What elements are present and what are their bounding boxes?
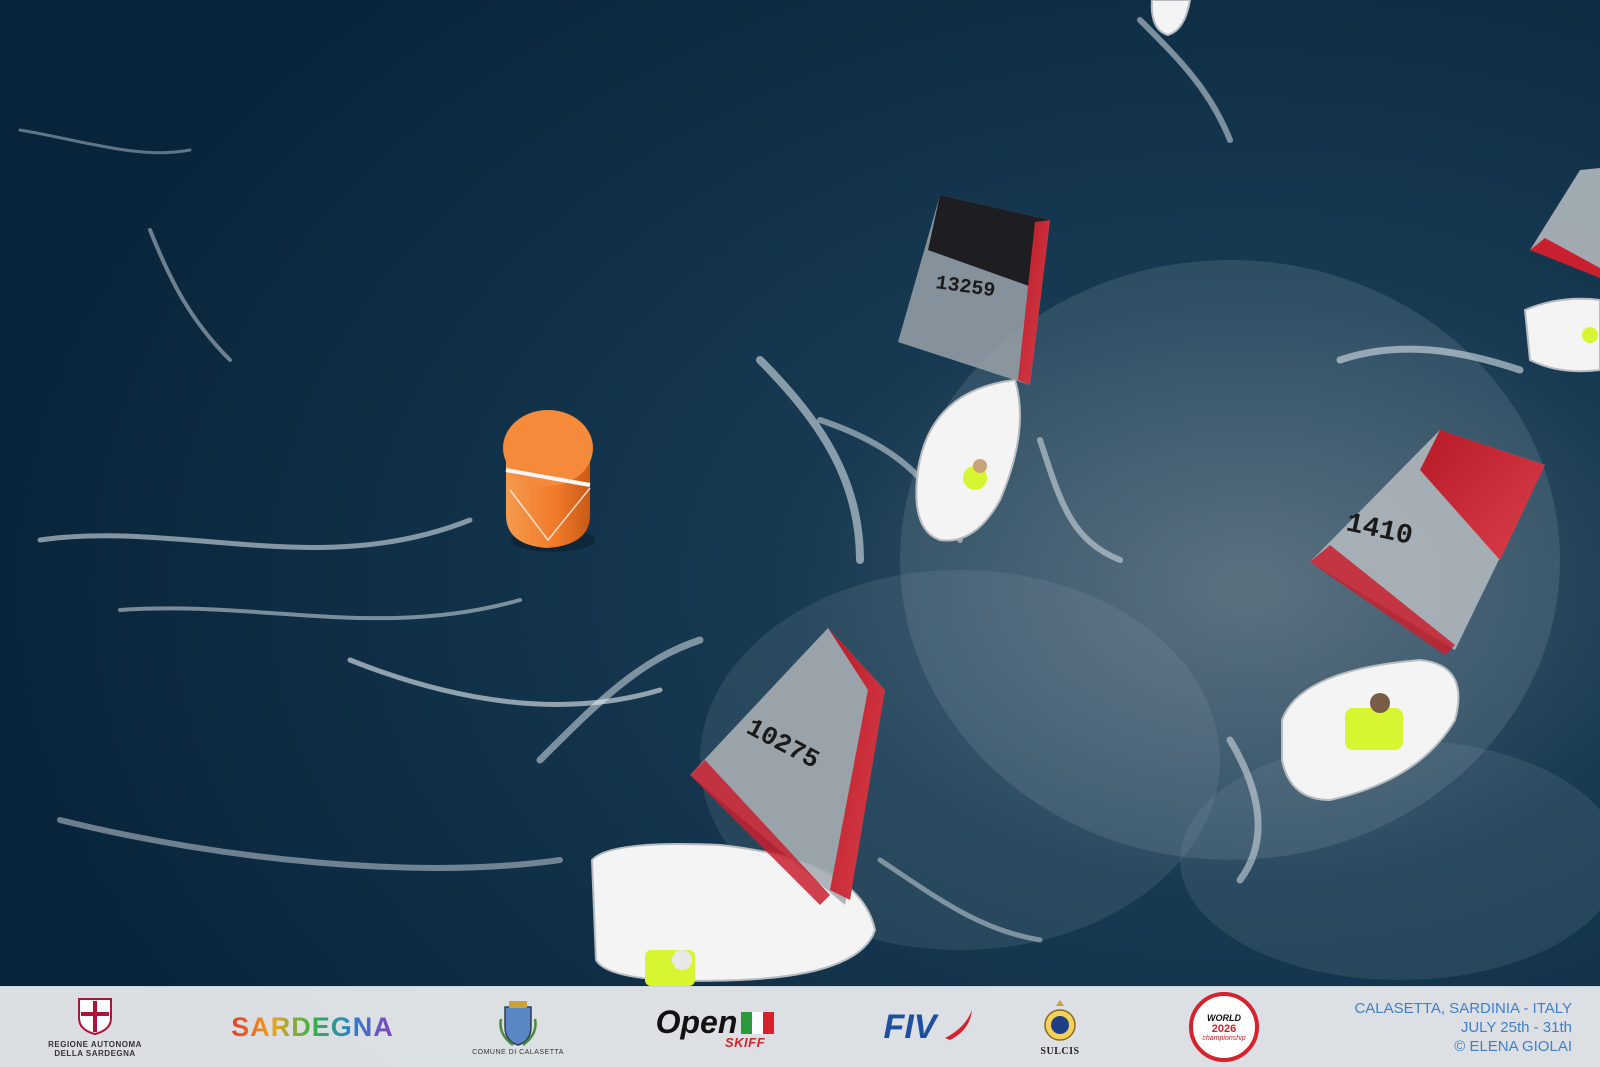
comune-calasetta-logo: COMUNE DI CALASETTA [468, 987, 568, 1067]
open-skiff-logo: Open SKIFF [640, 987, 790, 1067]
orange-mark-buoy [503, 410, 595, 552]
coat-of-arms-icon [499, 1000, 537, 1046]
photo-credit: © ELENA GIOLAI [1454, 1038, 1572, 1055]
italian-flag-icon [741, 1011, 775, 1034]
sulcis-logo: SULCIS [1025, 987, 1095, 1067]
sponsor-bar: REGIONE AUTONOMA DELLA SARDEGNA SARDEGNA… [0, 986, 1600, 1067]
event-location: CALASETTA, SARDINIA - ITALY [1354, 1000, 1572, 1017]
event-dates: JULY 25th - 31th [1460, 1019, 1572, 1036]
event-credit: CALASETTA, SARDINIA - ITALY JULY 25th - … [1354, 999, 1572, 1056]
fiv-logo: FIV [860, 987, 972, 1067]
shield-icon [78, 998, 112, 1036]
sardegna-logo: SARDEGNA [231, 1011, 394, 1042]
emblem-icon [1044, 999, 1076, 1041]
regione-sardegna-logo: REGIONE AUTONOMA DELLA SARDEGNA [40, 987, 150, 1067]
world-championship-logo: WORLD 2026 championship [1185, 987, 1263, 1067]
sail-swoosh-icon [944, 1009, 972, 1040]
sailing-race-photo: 13259 10275 1410 [0, 0, 1600, 1066]
